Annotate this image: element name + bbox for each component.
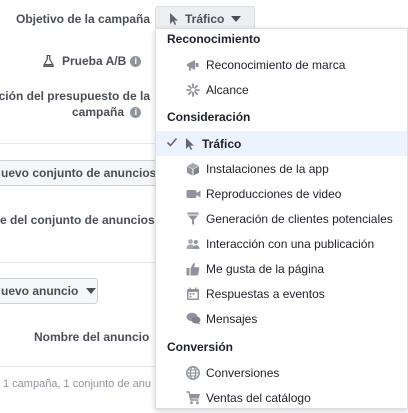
cursor-icon	[182, 136, 198, 152]
menu-item-trafico[interactable]: Tráfico	[156, 131, 407, 156]
menu-item-interaccion-publicacion[interactable]: Interacción con una publicación	[156, 231, 407, 256]
menu-item-alcance[interactable]: Alcance	[156, 77, 407, 102]
menu-item-label: Alcance	[206, 82, 249, 97]
menu-item-label: Me gusta de la página	[206, 261, 325, 276]
video-camera-icon	[185, 186, 201, 202]
info-icon[interactable]: i	[130, 107, 142, 119]
objective-dropdown-menu: Reconocimiento Reconocimiento de marca A…	[155, 28, 408, 409]
menu-item-instalaciones-de-la-app[interactable]: Instalaciones de la app	[156, 156, 407, 181]
section-title-reconocimiento: Reconocimiento	[167, 32, 261, 46]
objective-button-label: Tráfico	[185, 11, 225, 26]
menu-item-label: Instalaciones de la app	[206, 161, 329, 176]
calendar-icon	[185, 286, 201, 302]
menu-item-label: Generación de clientes potenciales	[206, 211, 393, 226]
menu-item-conversiones[interactable]: Conversiones	[156, 360, 407, 385]
section-divider	[0, 366, 160, 367]
thumbs-up-icon	[185, 261, 201, 277]
footer-summary: 1 campaña, 1 conjunto de anu	[3, 378, 152, 390]
chevron-down-icon	[86, 288, 97, 294]
chat-icon	[185, 311, 201, 327]
menu-item-reconocimiento-de-marca[interactable]: Reconocimiento de marca	[156, 52, 407, 77]
menu-item-label: Reconocimiento de marca	[206, 57, 346, 72]
menu-item-me-gusta-de-la-pagina[interactable]: Me gusta de la página	[156, 256, 407, 281]
megaphone-icon	[185, 57, 201, 73]
ab-test-label: Prueba A/B	[62, 54, 127, 68]
menu-item-label: Reproducciones de video	[206, 186, 342, 201]
menu-item-label: Conversiones	[206, 365, 280, 380]
menu-item-label: Ventas del catálogo	[206, 390, 311, 405]
people-icon	[185, 236, 201, 252]
globe-icon	[185, 365, 201, 381]
checkmark-icon	[166, 136, 178, 151]
objective-label: Objetivo de la campaña	[16, 12, 151, 26]
budget-label-line2: campaña	[72, 105, 125, 119]
new-ad-set-label: uevo conjunto de anuncios	[1, 166, 157, 180]
asterisk-icon	[185, 82, 201, 98]
ad-set-name-label: e del conjunto de anuncios	[0, 213, 155, 227]
menu-item-generacion-de-clientes[interactable]: Generación de clientes potenciales	[156, 206, 407, 231]
chevron-down-icon	[231, 15, 242, 22]
menu-item-label: Interacción con una publicación	[206, 236, 375, 251]
box-icon	[185, 161, 201, 177]
section-title-consideracion: Consideración	[167, 110, 251, 124]
menu-item-reproducciones-de-video[interactable]: Reproducciones de video	[156, 181, 407, 206]
budget-label-line1: ción del presupuesto de la	[0, 89, 150, 103]
info-icon[interactable]: i	[130, 55, 142, 67]
new-ad-button[interactable]: uevo anuncio	[0, 278, 98, 304]
menu-item-mensajes[interactable]: Mensajes	[156, 306, 407, 331]
funnel-icon	[185, 211, 201, 227]
budget-label-line2-row: campaña i	[72, 105, 142, 119]
menu-item-respuestas-a-eventos[interactable]: Respuestas a eventos	[156, 281, 407, 306]
section-divider	[0, 143, 160, 144]
ad-name-label: Nombre del anuncio	[34, 330, 150, 344]
section-title-conversion: Conversión	[167, 340, 234, 354]
menu-item-ventas-del-catalogo[interactable]: Ventas del catálogo	[156, 385, 407, 410]
new-ad-label: uevo anuncio	[1, 284, 79, 298]
menu-item-label: Mensajes	[206, 311, 258, 326]
cursor-icon	[168, 12, 180, 26]
flask-icon	[43, 55, 54, 67]
ab-test-row: Prueba A/B i	[43, 54, 142, 68]
section-divider	[0, 262, 160, 263]
new-ad-set-button[interactable]: uevo conjunto de anuncios	[0, 160, 173, 186]
menu-item-label: Respuestas a eventos	[206, 286, 325, 301]
cart-icon	[185, 390, 201, 406]
menu-item-label: Tráfico	[202, 136, 242, 151]
